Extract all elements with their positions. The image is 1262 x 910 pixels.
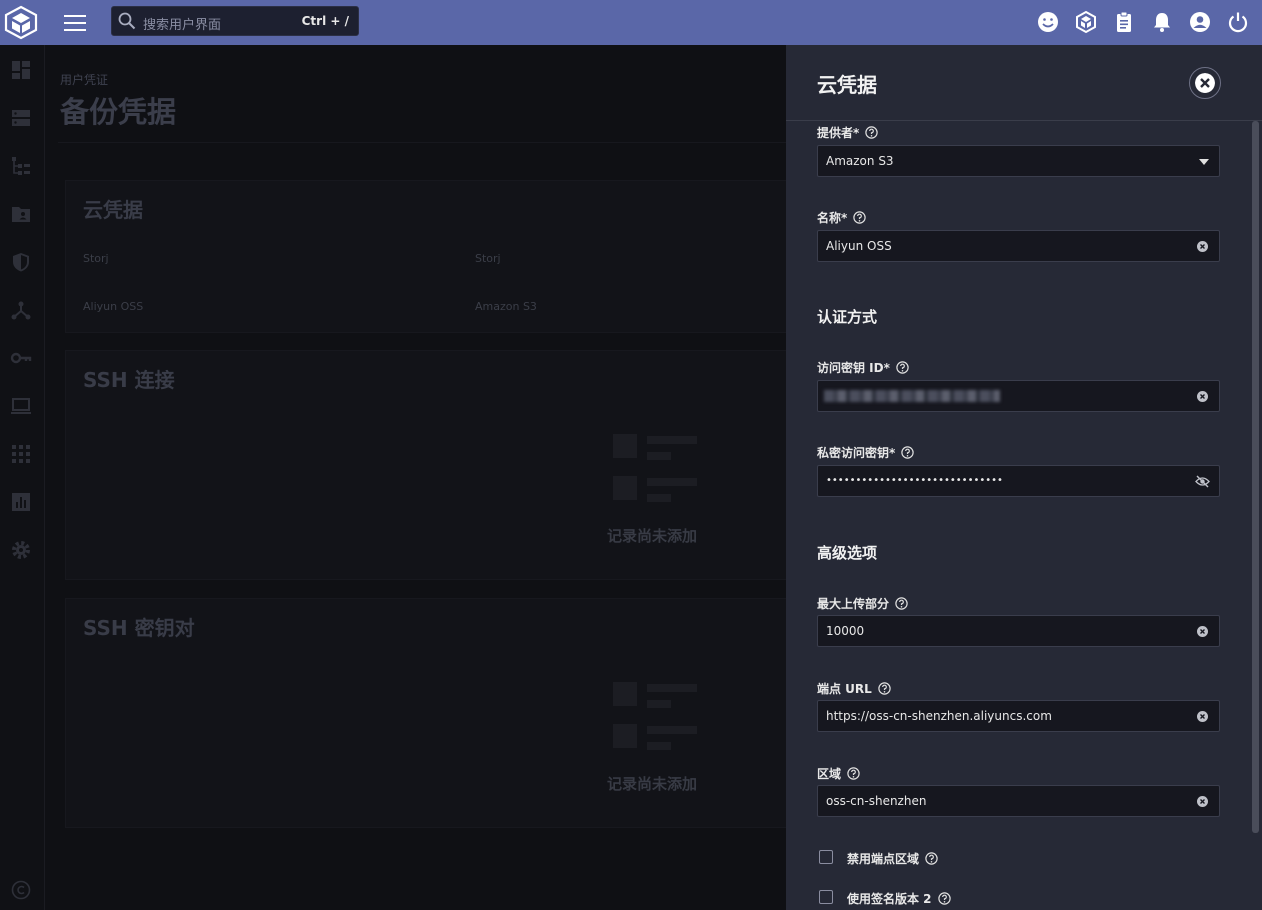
region-input[interactable]: oss-cn-shenzhen bbox=[817, 785, 1220, 817]
region-value: oss-cn-shenzhen bbox=[826, 794, 927, 808]
system-settings-icon[interactable] bbox=[10, 539, 32, 561]
top-bar: 搜索用户界面 Ctrl + / bbox=[0, 0, 1262, 45]
alerts-icon[interactable] bbox=[1150, 10, 1174, 34]
scrollbar[interactable] bbox=[1252, 121, 1259, 833]
card-title: SSH 密钥对 bbox=[83, 616, 195, 640]
max-upload-parts-input[interactable]: 10000 bbox=[817, 615, 1220, 647]
use-signature-v2-checkbox[interactable] bbox=[819, 890, 833, 904]
ssh-keypairs-card: SSH 密钥对 记录尚未添加 bbox=[65, 598, 788, 828]
close-panel-button[interactable] bbox=[1189, 67, 1221, 99]
auth-section-title: 认证方式 bbox=[817, 308, 878, 326]
power-icon[interactable] bbox=[1226, 10, 1250, 34]
breadcrumb[interactable]: 用户凭证 bbox=[60, 71, 108, 88]
menu-toggle-button[interactable] bbox=[64, 12, 86, 32]
close-icon bbox=[1195, 73, 1215, 93]
secret-key-input[interactable]: •••••••••••••••••••••••••••••• bbox=[817, 465, 1220, 497]
help-icon[interactable] bbox=[937, 892, 951, 905]
disable-endpoint-region-label: 禁用端点区域 bbox=[847, 850, 938, 867]
name-input[interactable]: Aliyun OSS bbox=[817, 230, 1220, 262]
search-placeholder: 搜索用户界面 bbox=[143, 18, 222, 33]
panel-title: 云凭据 bbox=[817, 73, 877, 97]
empty-list-icon bbox=[613, 434, 697, 502]
truenas-logo-icon[interactable] bbox=[3, 4, 39, 40]
page-title: 备份凭据 bbox=[60, 95, 177, 129]
apps-icon[interactable] bbox=[10, 443, 32, 465]
clear-icon[interactable] bbox=[1197, 711, 1208, 722]
name-value: Aliyun OSS bbox=[826, 239, 892, 253]
help-icon[interactable] bbox=[847, 767, 860, 780]
card-title: 云凭据 bbox=[83, 198, 143, 222]
disable-endpoint-region-checkbox[interactable] bbox=[819, 850, 833, 864]
network-icon[interactable] bbox=[10, 299, 32, 321]
help-icon[interactable] bbox=[895, 597, 908, 610]
global-search[interactable]: 搜索用户界面 Ctrl + / bbox=[111, 6, 359, 36]
storage-icon[interactable] bbox=[10, 107, 32, 129]
help-icon[interactable] bbox=[853, 211, 866, 224]
max-upload-parts-value: 10000 bbox=[826, 624, 865, 638]
ssh-connections-card: SSH 连接 记录尚未添加 bbox=[65, 350, 788, 580]
empty-state-text: 记录尚未添加 bbox=[607, 775, 698, 793]
advanced-section-title: 高级选项 bbox=[817, 544, 878, 562]
help-icon[interactable] bbox=[865, 126, 878, 139]
table-cell-name: Aliyun OSS bbox=[83, 300, 144, 313]
divider bbox=[58, 142, 786, 143]
cloud-credentials-card: 云凭据 Storj Storj Aliyun OSS Amazon S3 bbox=[65, 180, 788, 333]
access-key-id-label: 访问密钥 ID* bbox=[817, 359, 909, 376]
copyright-icon[interactable] bbox=[11, 880, 31, 900]
endpoint-url-value: https://oss-cn-shenzhen.aliyuncs.com bbox=[826, 709, 1052, 723]
truecommand-icon[interactable] bbox=[1074, 10, 1098, 34]
sidebar bbox=[0, 45, 45, 910]
search-shortcut: Ctrl + / bbox=[301, 14, 349, 28]
access-key-id-input[interactable] bbox=[817, 380, 1220, 412]
endpoint-url-label: 端点 URL bbox=[817, 680, 891, 697]
help-icon[interactable] bbox=[901, 446, 914, 459]
panel-header: 云凭据 bbox=[786, 45, 1262, 121]
cloud-credentials-form-panel: 云凭据 提供者* Amazon S3 名称* Aliyun OSS 认证方式 访… bbox=[786, 45, 1262, 910]
visibility-off-icon[interactable] bbox=[1195, 475, 1210, 488]
data-protection-icon[interactable] bbox=[10, 251, 32, 273]
clear-icon[interactable] bbox=[1197, 241, 1208, 252]
jobs-icon[interactable] bbox=[1112, 10, 1136, 34]
virtualization-icon[interactable] bbox=[10, 395, 32, 417]
endpoint-url-input[interactable]: https://oss-cn-shenzhen.aliyuncs.com bbox=[817, 700, 1220, 732]
feedback-icon[interactable] bbox=[1036, 10, 1060, 34]
table-cell-provider: Storj bbox=[475, 252, 501, 265]
provider-select[interactable]: Amazon S3 bbox=[817, 145, 1220, 177]
datasets-icon[interactable] bbox=[10, 155, 32, 177]
reporting-icon[interactable] bbox=[10, 491, 32, 513]
dashboard-icon[interactable] bbox=[10, 59, 32, 81]
clear-icon[interactable] bbox=[1197, 796, 1208, 807]
shares-icon[interactable] bbox=[10, 203, 32, 225]
clear-icon[interactable] bbox=[1197, 626, 1208, 637]
max-upload-parts-label: 最大上传部分 bbox=[817, 595, 908, 612]
help-icon[interactable] bbox=[925, 852, 938, 865]
help-icon[interactable] bbox=[896, 361, 909, 374]
chevron-down-icon bbox=[1199, 159, 1209, 165]
region-label: 区域 bbox=[817, 765, 860, 782]
provider-value: Amazon S3 bbox=[826, 154, 894, 168]
name-label: 名称* bbox=[817, 209, 866, 226]
help-icon[interactable] bbox=[878, 682, 891, 695]
main-content: 用户凭证 备份凭据 云凭据 Storj Storj Aliyun OSS Ama… bbox=[45, 45, 788, 910]
credentials-icon[interactable] bbox=[10, 347, 32, 369]
table-cell-provider: Amazon S3 bbox=[475, 300, 537, 313]
secret-key-label: 私密访问密钥* bbox=[817, 444, 914, 461]
search-icon bbox=[118, 12, 136, 30]
provider-label: 提供者* bbox=[817, 124, 878, 141]
empty-state-text: 记录尚未添加 bbox=[607, 527, 698, 545]
table-cell-name: Storj bbox=[83, 252, 109, 265]
secret-key-value: •••••••••••••••••••••••••••••• bbox=[826, 475, 1003, 486]
account-icon[interactable] bbox=[1188, 10, 1212, 34]
empty-list-icon bbox=[613, 682, 697, 750]
clear-icon[interactable] bbox=[1197, 391, 1208, 402]
use-signature-v2-label: 使用签名版本 2 bbox=[847, 890, 951, 907]
card-title: SSH 连接 bbox=[83, 368, 175, 392]
redacted-value bbox=[824, 390, 1000, 402]
